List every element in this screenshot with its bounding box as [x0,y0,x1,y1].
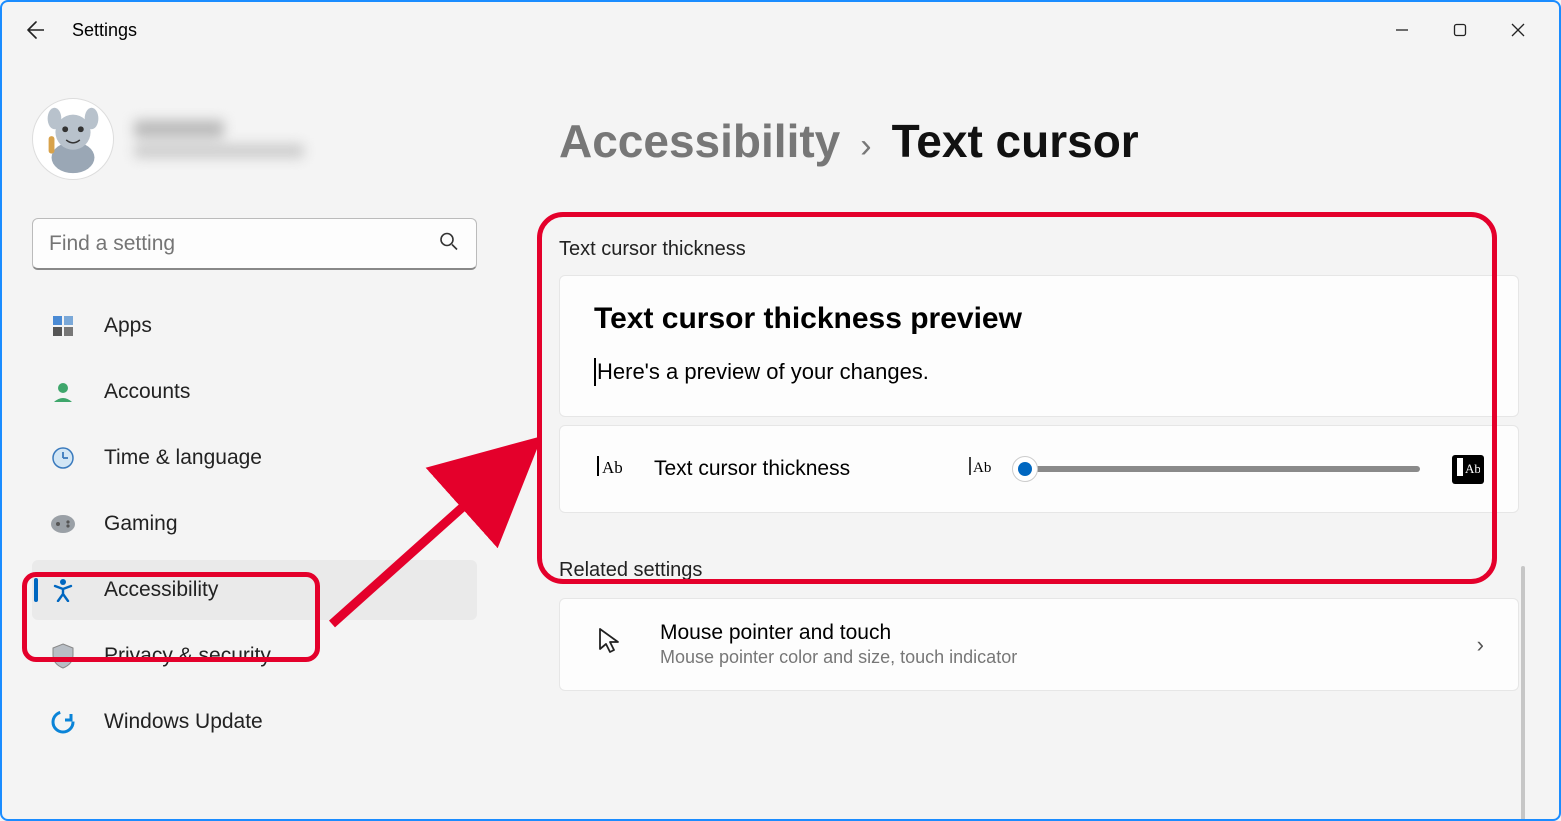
mouse-pointer-icon [594,625,626,664]
svg-text:Ab: Ab [1465,461,1480,476]
thickness-slider[interactable] [1025,466,1420,472]
thickness-slider-card: Ab Text cursor thickness Ab Ab [559,425,1519,513]
gaming-icon [50,511,76,537]
text-cursor-preview-icon [594,358,596,386]
search-box [32,218,477,270]
minimize-button[interactable] [1373,10,1431,50]
sidebar-item-label: Gaming [104,512,178,536]
accounts-icon [50,379,76,405]
search-input[interactable] [32,218,477,270]
preview-card: Text cursor thickness preview Here's a p… [559,275,1519,417]
related-title: Mouse pointer and touch [660,621,1443,645]
accessibility-icon [50,577,76,603]
back-button[interactable] [14,10,54,50]
titlebar: Settings [2,2,1559,58]
related-item-mouse[interactable]: Mouse pointer and touch Mouse pointer co… [559,598,1519,691]
sidebar-item-label: Accounts [104,380,190,404]
window-controls [1373,10,1547,50]
privacy-icon [50,643,76,669]
sidebar-item-accessibility[interactable]: Accessibility [32,560,477,620]
scrollbar[interactable] [1521,566,1525,819]
profile-email [134,144,304,158]
maximize-button[interactable] [1431,10,1489,50]
slider-label: Text cursor thickness [654,457,850,481]
close-button[interactable] [1489,10,1547,50]
breadcrumb-parent[interactable]: Accessibility [559,114,840,168]
preview-row: Here's a preview of your changes. [594,358,1484,386]
breadcrumb: Accessibility › Text cursor [559,114,1519,168]
sidebar-item-apps[interactable]: Apps [32,296,477,356]
main-content: Accessibility › Text cursor Text cursor … [507,58,1559,819]
time-icon [50,445,76,471]
related-desc: Mouse pointer color and size, touch indi… [660,647,1443,668]
app-title: Settings [72,20,137,41]
update-icon [50,709,76,735]
section-label-thickness: Text cursor thickness [559,238,1519,261]
sidebar-item-label: Time & language [104,446,262,470]
sidebar-item-label: Accessibility [104,578,218,602]
sidebar-item-label: Apps [104,314,152,338]
profile-block[interactable] [32,98,477,180]
page-title: Text cursor [892,114,1139,168]
related-heading: Related settings [559,559,1519,582]
sidebar-item-privacy[interactable]: Privacy & security [32,626,477,686]
preview-title: Text cursor thickness preview [594,302,1484,336]
slider-max-icon: Ab [1452,455,1484,484]
avatar [32,98,114,180]
profile-name [134,120,224,138]
sidebar-item-gaming[interactable]: Gaming [32,494,477,554]
svg-text:Ab: Ab [973,460,991,476]
sidebar-item-label: Windows Update [104,710,263,734]
slider-thumb[interactable] [1012,456,1038,482]
sidebar-item-time[interactable]: Time & language [32,428,477,488]
sidebar-item-accounts[interactable]: Accounts [32,362,477,422]
sidebar-item-update[interactable]: Windows Update [32,692,477,752]
sidebar-item-label: Privacy & security [104,644,271,668]
slider-min-icon: Ab [967,454,993,484]
svg-text:Ab: Ab [602,458,622,477]
apps-icon [50,313,76,339]
thickness-lead-icon: Ab [594,452,622,486]
sidebar: Apps Accounts Time & language Gaming Acc [2,58,507,819]
profile-info [134,120,304,158]
search-icon [439,232,459,257]
preview-text: Here's a preview of your changes. [597,359,929,385]
chevron-right-icon: › [1477,632,1484,658]
chevron-right-icon: › [860,127,871,166]
